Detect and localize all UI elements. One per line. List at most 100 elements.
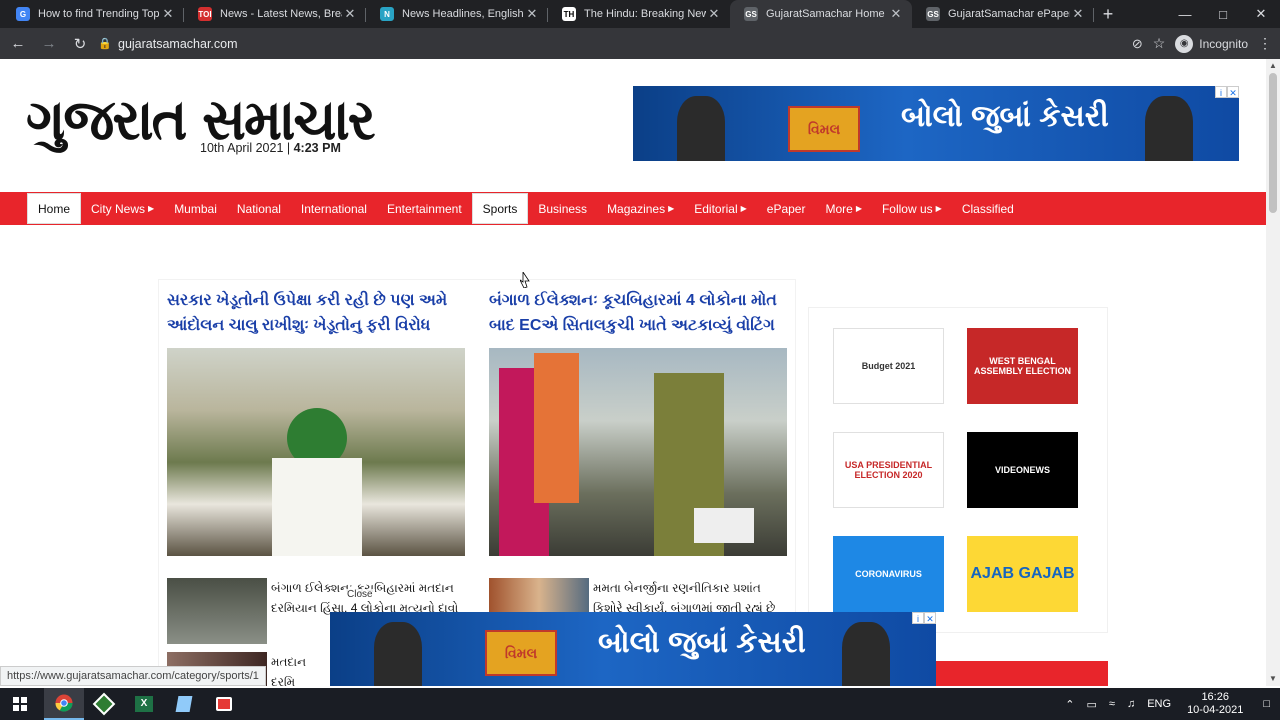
start-button[interactable] — [0, 688, 40, 720]
nav-item-magazines[interactable]: Magazines ▶ — [597, 193, 684, 224]
page-scrollbar[interactable]: ▲ ▼ — [1266, 59, 1280, 686]
tray-chevron-icon[interactable]: ⌃ — [1059, 698, 1080, 711]
tab-title: News Headlines, English New — [402, 8, 524, 20]
lead-photo-left[interactable] — [167, 348, 465, 556]
google-icon: G — [16, 7, 30, 21]
caret-right-icon: ▶ — [935, 204, 942, 213]
excel-taskbar-icon[interactable]: X — [124, 688, 164, 720]
tab-close-icon[interactable]: ✕ — [1070, 6, 1086, 22]
sidebar-tile-ajab-gajab[interactable]: AJAB GAJAB — [967, 536, 1078, 612]
ad-slogan: બોલો જુબાં કેસરી — [901, 100, 1109, 133]
minimize-icon[interactable]: — — [1166, 0, 1204, 28]
close-window-icon[interactable]: ✕ — [1242, 0, 1280, 28]
browser-tab[interactable]: N News Headlines, English New✕ — [366, 0, 548, 28]
nav-item-mumbai[interactable]: Mumbai — [164, 193, 227, 224]
nav-item-label: National — [236, 201, 281, 216]
browser-tab[interactable]: G How to find Trending Topics ✕ — [2, 0, 184, 28]
language-indicator[interactable]: ENG — [1141, 698, 1177, 710]
lead-photo-right[interactable] — [489, 348, 787, 556]
lead-headline-left[interactable]: સરકાર ખેડૂતોની ઉપેક્ષા કરી રહી છે પણ અમે… — [167, 288, 467, 338]
battery-icon[interactable]: ▭ — [1081, 698, 1103, 711]
tab-close-icon[interactable]: ✕ — [888, 6, 904, 22]
taskbar-clock[interactable]: 16:26 10-04-2021 — [1177, 691, 1253, 717]
nav-item-label: Home — [38, 201, 71, 216]
sidebar-tile-usa-presidential-election-2020[interactable]: USA PRESIDENTIAL ELECTION 2020 — [833, 432, 944, 508]
tab-close-icon[interactable]: ✕ — [706, 6, 722, 22]
small-article-thumb — [489, 578, 589, 614]
lock-icon: 🔒 — [98, 38, 112, 50]
scroll-up-icon[interactable]: ▲ — [1266, 59, 1280, 73]
notes-taskbar-icon[interactable] — [164, 688, 204, 720]
nav-item-editorial[interactable]: Editorial ▶ — [684, 193, 757, 224]
browser-toolbar: ← → ↻ 🔒 gujaratsamachar.com ⊘ ☆ ◉ Incogn… — [0, 28, 1280, 59]
snip-taskbar-icon[interactable] — [204, 688, 244, 720]
ad-info-icon[interactable]: i — [912, 612, 924, 624]
windows-logo-icon — [13, 697, 27, 711]
tab-title: News - Latest News, Breaking — [220, 8, 342, 20]
scrollbar-thumb[interactable] — [1269, 73, 1277, 213]
menu-kebab-icon[interactable]: ⋮ — [1258, 35, 1272, 52]
lead-headline-right[interactable]: બંગાળ ઈલેક્શનઃ કૂચબિહારમાં 4 લોકોના મોત … — [489, 288, 789, 338]
browser-tab[interactable]: TOI News - Latest News, Breaking✕ — [184, 0, 366, 28]
app-taskbar-icon[interactable] — [84, 688, 124, 720]
nav-item-sports[interactable]: Sports — [471, 193, 529, 224]
address-bar[interactable]: 🔒 gujaratsamachar.com — [88, 31, 1158, 56]
tab-title: The Hindu: Breaking News, In — [584, 8, 706, 20]
ad-slogan: બોલો જુબાં કેસરી — [598, 626, 806, 659]
caret-right-icon: ▶ — [740, 204, 747, 213]
top-banner-ad[interactable]: વિમલ બોલો જુબાં કેસરી i ✕ — [633, 86, 1239, 161]
nav-item-epaper[interactable]: ePaper — [757, 193, 816, 224]
sidebar-tile-coronavirus[interactable]: CORONAVIRUS — [833, 536, 944, 612]
maximize-icon[interactable]: □ — [1204, 0, 1242, 28]
sidebar-tile-label: VIDEONEWS — [994, 465, 1050, 475]
network-icon[interactable]: ≈ — [1103, 698, 1121, 710]
star-icon[interactable]: ☆ — [1153, 35, 1166, 52]
ad-close-label[interactable]: Close — [345, 589, 375, 600]
nav-item-label: International — [300, 201, 367, 216]
nav-item-label: Follow us — [881, 201, 933, 216]
nav-item-business[interactable]: Business — [528, 193, 597, 224]
sidebar-tile-budget-2021[interactable]: Budget 2021 — [833, 328, 944, 404]
nav-item-home[interactable]: Home — [27, 193, 82, 224]
sidebar-categories: Budget 2021 WEST BENGAL ASSEMBLY ELECTION… — [808, 307, 1108, 633]
ad-close-icon[interactable]: ✕ — [924, 612, 936, 624]
eye-off-icon[interactable]: ⊘ — [1132, 36, 1143, 52]
back-icon[interactable]: ← — [5, 31, 31, 57]
nav-item-entertainment[interactable]: Entertainment — [377, 193, 472, 224]
tab-close-icon[interactable]: ✕ — [160, 6, 176, 22]
time-text: 4:23 PM — [293, 141, 341, 155]
nav-item-national[interactable]: National — [227, 193, 291, 224]
notification-icon[interactable]: □ — [1253, 698, 1280, 710]
browser-tab[interactable]: GS GujaratSamachar ePaper ✕ — [912, 0, 1094, 28]
ad-person-right — [1145, 96, 1193, 161]
nav-item-international[interactable]: International — [291, 193, 377, 224]
sidebar-tile-west-bengal-assembly-election[interactable]: WEST BENGAL ASSEMBLY ELECTION — [967, 328, 1078, 404]
tab-close-icon[interactable]: ✕ — [342, 6, 358, 22]
caret-right-icon: ▶ — [668, 204, 675, 213]
nav-item-classified[interactable]: Classified — [952, 193, 1024, 224]
caret-right-icon: ▶ — [855, 204, 862, 213]
browser-tab[interactable]: GS GujaratSamachar Home Guja✕ — [730, 0, 912, 28]
volume-icon[interactable]: ♫ — [1121, 698, 1141, 710]
sidebar-tile-videonews[interactable]: VIDEONEWS — [967, 432, 1078, 508]
news-icon: N — [380, 7, 394, 21]
new-tab-button[interactable]: + — [1094, 0, 1122, 28]
caret-right-icon: ▶ — [148, 204, 155, 213]
nav-item-more[interactable]: More ▶ — [815, 193, 872, 224]
ad-info-icon[interactable]: i — [1215, 86, 1227, 98]
tab-close-icon[interactable]: ✕ — [524, 6, 540, 22]
browser-tab[interactable]: TH The Hindu: Breaking News, In✕ — [548, 0, 730, 28]
gs-icon: GS — [744, 7, 758, 21]
nav-item-label: Business — [538, 201, 588, 216]
bottom-sticky-ad[interactable]: વિમલ બોલો જુબાં કેસરી i ✕ — [330, 612, 936, 686]
nav-item-follow-us[interactable]: Follow us ▶ — [872, 193, 952, 224]
ad-brand-box: વિમલ — [485, 630, 557, 676]
nav-item-city-news[interactable]: City News ▶ — [81, 193, 164, 224]
ad-close-icon[interactable]: ✕ — [1227, 86, 1239, 98]
forward-icon[interactable]: → — [36, 31, 62, 57]
scroll-down-icon[interactable]: ▼ — [1266, 672, 1280, 686]
toi-icon: TOI — [198, 7, 212, 21]
chrome-taskbar-icon[interactable] — [44, 688, 84, 720]
status-bar-url: https://www.gujaratsamachar.com/category… — [0, 666, 266, 686]
incognito-badge[interactable]: ◉ Incognito — [1175, 34, 1248, 53]
